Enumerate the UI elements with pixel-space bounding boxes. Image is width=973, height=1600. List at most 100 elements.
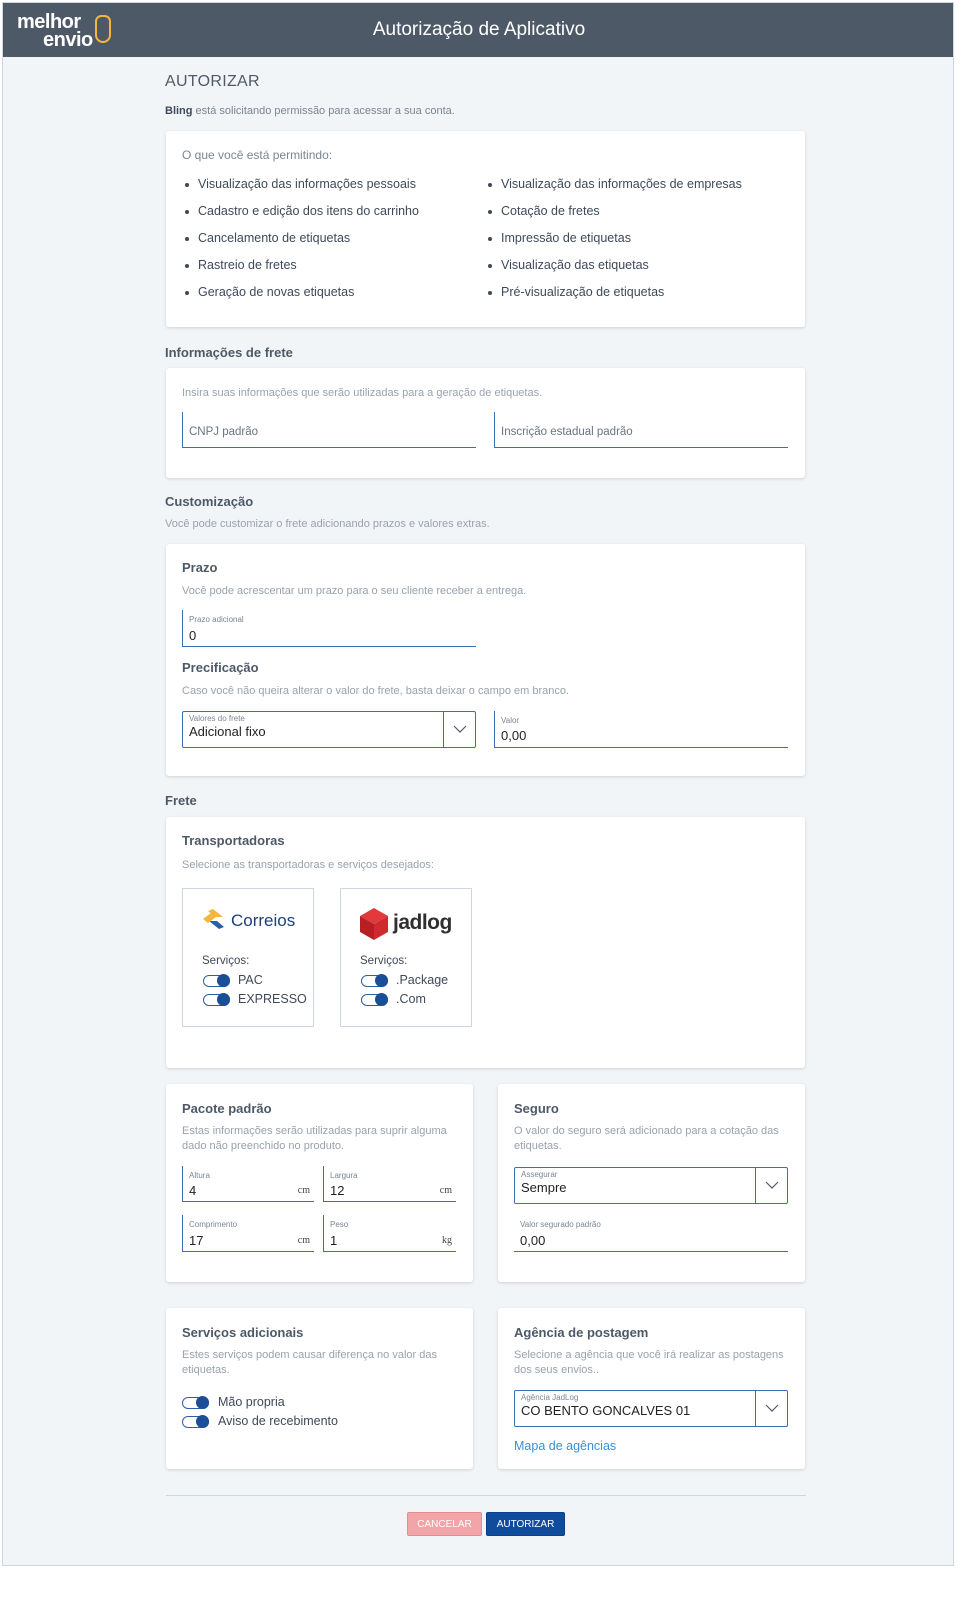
length-value: 17 [189, 1233, 204, 1248]
pricing-desc: Caso você não queira alterar o valor do … [182, 685, 570, 697]
extra-service-label: Aviso de recebimento [218, 1414, 338, 1428]
chevron-down-icon[interactable] [755, 1391, 787, 1426]
app-name: Bling [165, 105, 193, 117]
authorize-intro: Bling está solicitando permissão para ac… [165, 105, 455, 117]
top-bar: melhor envio Autorização de Aplicativo [3, 3, 953, 57]
package-title: Pacote padrão [182, 1101, 272, 1116]
extra-services-title: Serviços adicionais [182, 1325, 304, 1340]
carrier-card-jadlog[interactable]: jadlog Serviços: .Package .Com [340, 888, 472, 1027]
agency-map-link[interactable]: Mapa de agências [514, 1439, 616, 1453]
carriers-desc: Selecione as transportadoras e serviços … [182, 859, 434, 871]
weight-unit: kg [442, 1235, 452, 1246]
permission-item: Visualização das informações pessoais [185, 177, 416, 191]
length-label: Comprimento [189, 1220, 238, 1229]
carriers-card: Transportadoras Selecione as transportad… [166, 817, 805, 1068]
insure-label: Assegurar [521, 1170, 558, 1179]
authorize-button[interactable]: AUTORIZAR [486, 1512, 565, 1536]
jadlog-logo-icon [360, 908, 388, 940]
agency-select[interactable]: Agência JadLog CO BENTO GONCALVES 01 [514, 1390, 788, 1427]
services-label: Serviços: [360, 955, 408, 967]
carrier-name-jadlog: jadlog [393, 911, 452, 934]
shipping-info-title: Informações de frete [165, 345, 293, 360]
weight-field[interactable]: Peso 1 kg [323, 1215, 456, 1252]
width-label: Largura [330, 1171, 358, 1180]
service-label-package: .Package [396, 973, 449, 987]
state-registration-field[interactable]: Inscrição estadual padrão [494, 412, 788, 448]
permissions-label: O que você está permitindo: [182, 148, 333, 162]
width-unit: cm [439, 1185, 452, 1196]
service-label-com: .Com [396, 992, 426, 1006]
permission-item: Cotação de fretes [488, 204, 600, 218]
agency-selected: CO BENTO GONCALVES 01 [521, 1403, 691, 1418]
insured-value: 0,00 [520, 1233, 546, 1248]
height-label: Altura [189, 1171, 210, 1180]
weight-value: 1 [330, 1233, 338, 1248]
permission-item: Cancelamento de etiquetas [184, 231, 351, 245]
page-title: Autorização de Aplicativo [372, 19, 586, 40]
permission-item: Geração de novas etiquetas [184, 285, 355, 299]
length-field[interactable]: Comprimento 17 cm [182, 1215, 314, 1252]
package-desc: Estas informações serão utilizadas para … [182, 1125, 447, 1152]
toggle-com[interactable] [361, 993, 388, 1006]
insurance-desc: O valor do seguro será adicionado para a… [514, 1125, 779, 1152]
chevron-down-icon[interactable] [443, 712, 475, 747]
insure-selected: Sempre [521, 1180, 567, 1195]
value-input-value: 0,00 [501, 728, 527, 743]
insurance-title: Seguro [514, 1101, 559, 1116]
weight-label: Peso [330, 1220, 349, 1229]
width-value: 12 [330, 1183, 345, 1198]
extra-service-label: Mão propria [218, 1395, 285, 1409]
toggle-aviso-recebimento[interactable] [182, 1415, 209, 1428]
freight-values-selected: Adicional fixo [189, 724, 266, 739]
prazo-adicional-field[interactable]: Prazo adicional 0 [182, 610, 476, 647]
height-unit: cm [297, 1185, 310, 1196]
freight-values-label: Valores do frete [189, 714, 245, 723]
correios-logo-icon [203, 909, 224, 929]
service-label-pac: PAC [238, 973, 263, 987]
cnpj-field[interactable]: CNPJ padrão [182, 412, 476, 448]
agency-desc: Selecione a agência que você irá realiza… [514, 1349, 784, 1376]
pricing-title: Precificação [182, 660, 259, 675]
permissions-card: O que você está permitindo: Visualização… [166, 131, 805, 327]
agency-label: Agência JadLog [521, 1393, 579, 1402]
page-frame: melhor envio Autorização de Aplicativo A… [2, 2, 954, 1566]
freight-values-select[interactable]: Valores do frete Adicional fixo [182, 711, 476, 748]
carrier-name-correios: Correios [231, 911, 296, 930]
toggle-expresso[interactable] [203, 993, 230, 1006]
permission-item: Cadastro e edição dos itens do carrinho [185, 204, 419, 218]
customization-desc: Você pode customizar o frete adicionando… [165, 518, 490, 530]
insure-select[interactable]: Assegurar Sempre [514, 1167, 788, 1204]
customization-card: Prazo Você pode acrescentar um prazo par… [166, 544, 805, 776]
value-field[interactable]: Valor 0,00 [494, 711, 788, 748]
service-label-expresso: EXPRESSO [238, 992, 307, 1006]
carrier-card-correios[interactable]: Correios Serviços: PAC EXPRESSO [182, 888, 314, 1027]
width-field[interactable]: Largura 12 cm [323, 1166, 456, 1202]
authorize-heading: AUTORIZAR [165, 73, 260, 90]
prazo-adicional-label: Prazo adicional [189, 615, 244, 624]
permission-item: Pré-visualização de etiquetas [487, 285, 665, 299]
toggle-package[interactable] [361, 974, 388, 987]
toggle-mao-propria[interactable] [182, 1396, 209, 1409]
length-unit: cm [297, 1235, 310, 1246]
toggle-pac[interactable] [203, 974, 230, 987]
cancel-button[interactable]: CANCELAR [407, 1512, 482, 1536]
state-registration-placeholder: Inscrição estadual padrão [501, 426, 633, 438]
freight-title: Frete [165, 793, 197, 808]
insured-value-label: Valor segurado padrão [520, 1220, 601, 1229]
extra-services-desc: Estes serviços podem causar diferença no… [182, 1349, 437, 1376]
shipping-info-card: Insira suas informações que serão utiliz… [166, 368, 805, 478]
footer-divider [166, 1495, 806, 1496]
prazo-adicional-value: 0 [189, 628, 197, 643]
shipping-info-desc: Insira suas informações que serão utiliz… [182, 387, 543, 399]
customization-title: Customização [165, 494, 254, 509]
posting-agency-card: Agência de postagem Selecione a agência … [498, 1308, 805, 1469]
permission-item: Visualização das informações de empresas [488, 177, 742, 191]
services-label: Serviços: [202, 955, 250, 967]
height-field[interactable]: Altura 4 cm [182, 1166, 314, 1202]
insured-value-field[interactable]: Valor segurado padrão 0,00 [514, 1215, 788, 1252]
chevron-down-icon[interactable] [755, 1168, 787, 1203]
permission-item: Visualização das etiquetas [488, 258, 649, 272]
carriers-title: Transportadoras [182, 833, 285, 848]
value-label: Valor [501, 716, 520, 725]
insurance-card: Seguro O valor do seguro será adicionado… [498, 1084, 805, 1282]
